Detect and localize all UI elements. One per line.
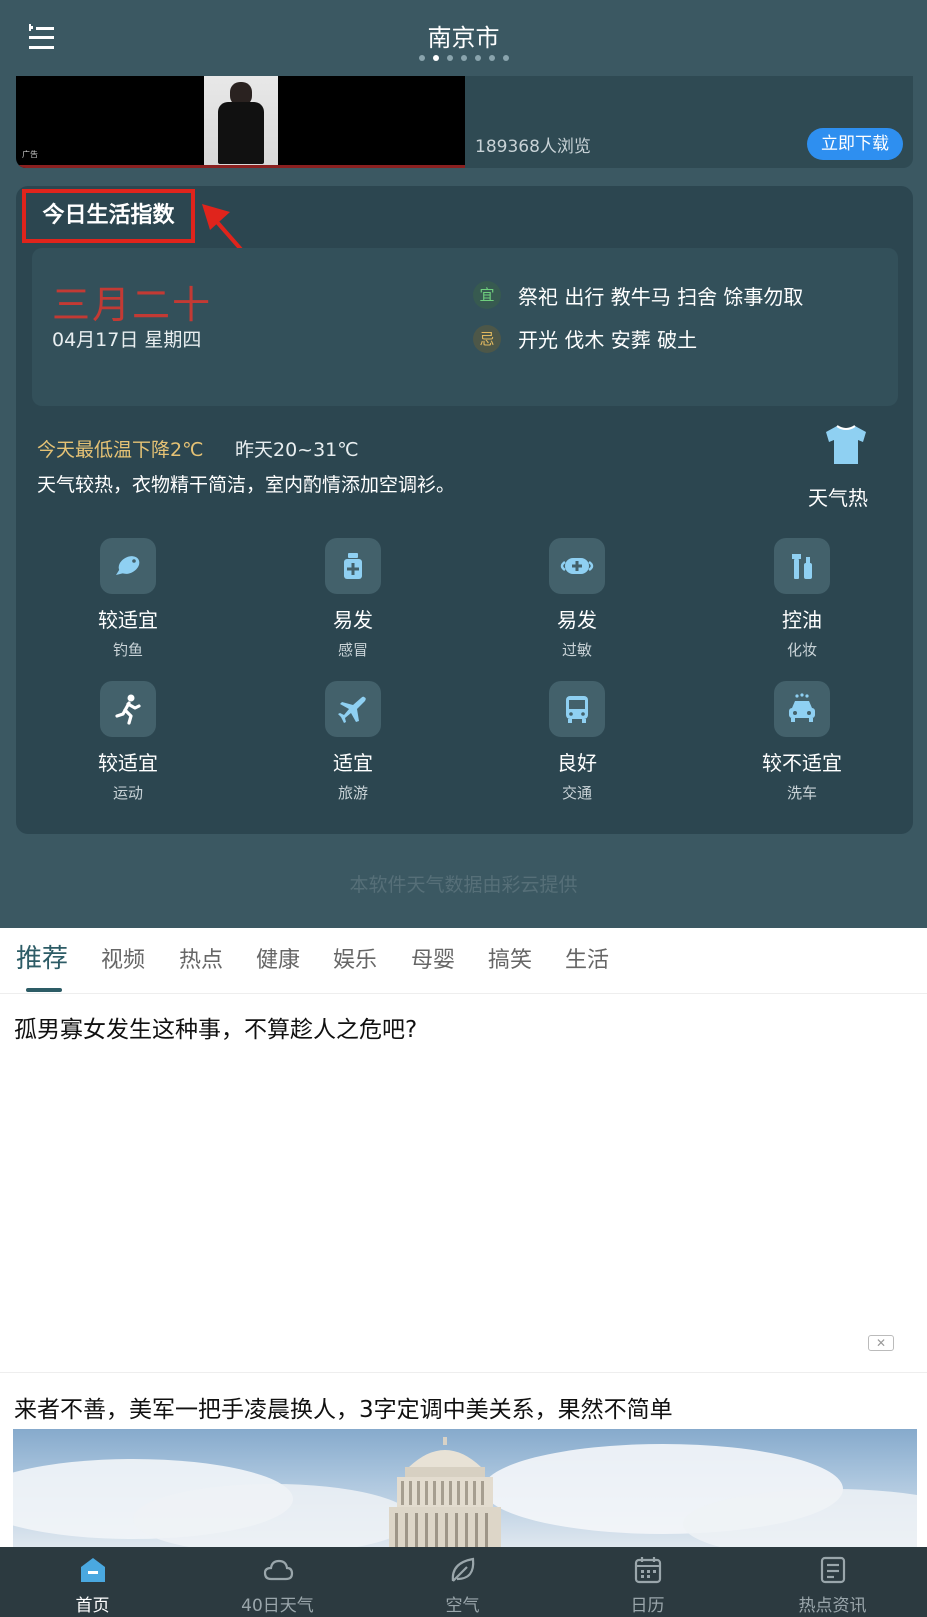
shirt-icon[interactable] bbox=[822, 422, 870, 468]
index-value: 较适宜 bbox=[98, 751, 158, 775]
ad-video-thumbnail[interactable]: 广告 bbox=[16, 76, 465, 168]
cloud-icon bbox=[263, 1559, 293, 1581]
index-category: 过敏 bbox=[561, 641, 592, 659]
news-tab-bar: 推荐 视频 热点 健康 娱乐 母婴 搞笑 生活 bbox=[0, 928, 927, 994]
download-button[interactable]: 立即下载 bbox=[807, 128, 903, 160]
article-divider bbox=[0, 1372, 927, 1373]
mask-icon bbox=[549, 538, 605, 594]
auspicious-activities: 祭祀 出行 教牛马 扫舍 馀事勿取 bbox=[518, 285, 804, 309]
clothing-tip: 天气较热，衣物精干简洁，室内酌情添加空调衫。 bbox=[37, 474, 456, 496]
index-item-carwash[interactable]: 较不适宜 洗车 bbox=[722, 681, 882, 803]
active-tab-indicator bbox=[26, 988, 62, 992]
nav-label: 首页 bbox=[75, 1596, 110, 1616]
ad-label: 广告 bbox=[22, 150, 38, 159]
nav-calendar[interactable]: 日历 bbox=[555, 1547, 740, 1617]
article-image[interactable] bbox=[13, 1429, 917, 1547]
tab-hot[interactable]: 热点 bbox=[179, 942, 223, 974]
nav-label: 40日天气 bbox=[241, 1596, 314, 1616]
inauspicious-badge: 忌 bbox=[473, 325, 501, 353]
lunar-date: 三月二十 bbox=[52, 283, 213, 327]
index-category: 旅游 bbox=[337, 784, 368, 802]
index-category: 感冒 bbox=[337, 641, 368, 659]
temperature-drop-text: 今天最低温下降2℃ bbox=[37, 439, 204, 461]
tab-funny[interactable]: 搞笑 bbox=[488, 942, 532, 974]
medicine-icon bbox=[325, 538, 381, 594]
tab-life[interactable]: 生活 bbox=[565, 942, 609, 974]
article-title[interactable]: 来者不善，美军一把手凌晨换人，3字定调中美关系，果然不简单 bbox=[14, 1390, 673, 1424]
life-index-title: 今日生活指数 bbox=[22, 189, 195, 243]
page-dot bbox=[488, 55, 495, 61]
index-item-makeup[interactable]: 控油 化妆 bbox=[722, 538, 882, 660]
index-value: 适宜 bbox=[333, 751, 373, 775]
index-item-traffic[interactable]: 良好 交通 bbox=[497, 681, 657, 803]
index-item-travel[interactable]: 适宜 旅游 bbox=[273, 681, 433, 803]
city-title[interactable]: 南京市 bbox=[0, 18, 927, 53]
nav-hot-news[interactable]: 热点资讯 bbox=[740, 1547, 925, 1617]
nav-label: 日历 bbox=[630, 1596, 665, 1616]
capitol-building-image bbox=[13, 1437, 917, 1547]
home-icon bbox=[80, 1558, 105, 1582]
index-item-cold[interactable]: 易发 感冒 bbox=[273, 538, 433, 660]
index-category: 交通 bbox=[561, 784, 592, 802]
page-dot bbox=[460, 55, 467, 61]
inauspicious-activities: 开光 伐木 安葬 破土 bbox=[518, 328, 698, 352]
index-category: 运动 bbox=[112, 784, 143, 802]
tab-health[interactable]: 健康 bbox=[256, 942, 300, 974]
bus-icon bbox=[549, 681, 605, 737]
index-category: 洗车 bbox=[786, 784, 817, 802]
page-dot bbox=[474, 55, 481, 61]
index-value: 较不适宜 bbox=[762, 751, 842, 775]
index-value: 易发 bbox=[557, 608, 597, 632]
nav-label: 热点资讯 bbox=[798, 1596, 867, 1616]
index-value: 控油 bbox=[782, 608, 822, 632]
close-ad-icon[interactable]: ✕ bbox=[868, 1335, 894, 1351]
page-dot bbox=[418, 55, 425, 61]
page-dot bbox=[446, 55, 453, 61]
auspicious-badge: 宜 bbox=[473, 281, 501, 309]
tab-entertainment[interactable]: 娱乐 bbox=[333, 942, 377, 974]
top-bar: 南京市 bbox=[0, 0, 927, 76]
index-value: 较适宜 bbox=[98, 608, 158, 632]
cosmetics-icon bbox=[774, 538, 830, 594]
solar-date: 04月17日 星期四 bbox=[52, 329, 202, 351]
fishing-icon bbox=[100, 538, 156, 594]
running-icon bbox=[100, 681, 156, 737]
ad-banner[interactable]: 广告 189368人浏览 立即下载 bbox=[16, 76, 913, 168]
leaf-icon bbox=[451, 1557, 474, 1582]
ad-video-progress-bar bbox=[16, 165, 465, 168]
news-icon bbox=[820, 1556, 845, 1584]
index-value: 易发 bbox=[333, 608, 373, 632]
page-dot-active bbox=[432, 55, 439, 61]
car-wash-icon bbox=[774, 681, 830, 737]
index-value: 良好 bbox=[557, 751, 597, 775]
index-item-allergy[interactable]: 易发 过敏 bbox=[497, 538, 657, 660]
bottom-navigation: 首页 40日天气 空气 日历 热点资讯 bbox=[0, 1547, 927, 1617]
clothing-label: 天气热 bbox=[808, 486, 868, 510]
index-item-fishing[interactable]: 较适宜 钓鱼 bbox=[48, 538, 208, 660]
page-dot bbox=[502, 55, 509, 61]
page-indicator bbox=[0, 55, 927, 61]
index-category: 钓鱼 bbox=[112, 641, 143, 659]
calendar-icon bbox=[634, 1557, 661, 1584]
nav-home[interactable]: 首页 bbox=[0, 1547, 185, 1617]
tab-recommend[interactable]: 推荐 bbox=[16, 938, 68, 975]
nav-air[interactable]: 空气 bbox=[370, 1547, 555, 1617]
yesterday-temperature: 昨天20~31℃ bbox=[235, 439, 359, 461]
nav-label: 空气 bbox=[445, 1596, 480, 1616]
nav-40day-weather[interactable]: 40日天气 bbox=[185, 1547, 370, 1617]
index-category: 化妆 bbox=[786, 641, 817, 659]
article-title[interactable]: 孤男寡女发生这种事，不算趁人之危吧? bbox=[14, 1010, 417, 1044]
ad-video-person-image bbox=[204, 76, 278, 168]
data-source-credit: 本软件天气数据由彩云提供 bbox=[349, 874, 578, 896]
ad-view-count: 189368人浏览 bbox=[475, 137, 591, 157]
tab-parenting[interactable]: 母婴 bbox=[411, 942, 455, 974]
index-item-sport[interactable]: 较适宜 运动 bbox=[48, 681, 208, 803]
airplane-icon bbox=[325, 681, 381, 737]
tab-video[interactable]: 视频 bbox=[101, 942, 145, 974]
